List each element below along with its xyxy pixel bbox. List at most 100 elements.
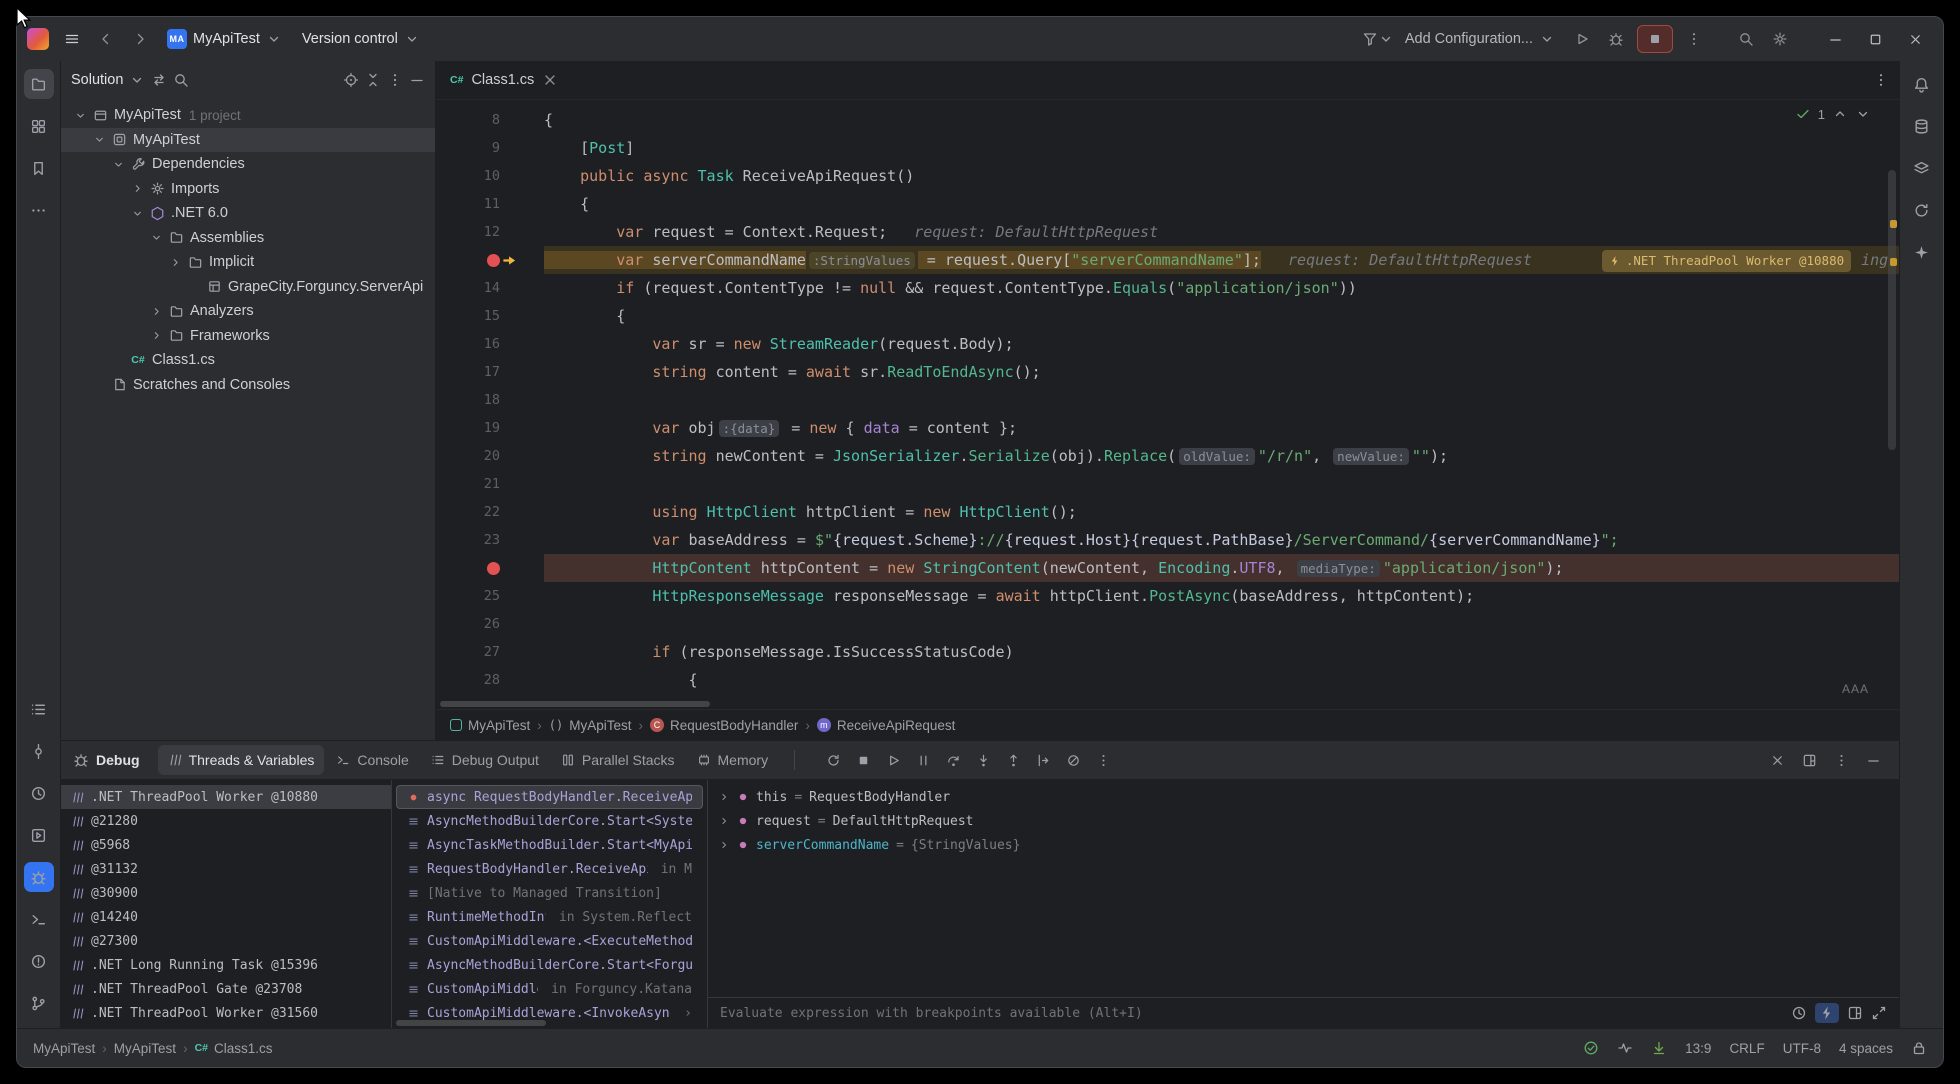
stop-button[interactable] bbox=[849, 746, 877, 774]
tree-item-implicit[interactable]: Implicit bbox=[61, 250, 435, 275]
variable-row[interactable]: serverCommandName = {StringValues} bbox=[708, 833, 1899, 857]
rerun-button[interactable] bbox=[819, 746, 847, 774]
tool-project-button[interactable] bbox=[23, 69, 54, 99]
frame-row[interactable]: CustomApiMiddleware.a() in Forguncy.Kata… bbox=[396, 977, 703, 1001]
collapse-all-icon[interactable] bbox=[365, 72, 381, 88]
breadcrumb-item-receiveapirequest[interactable]: m ReceiveApiRequest bbox=[816, 718, 955, 733]
gutter[interactable]: 12 bbox=[436, 218, 544, 246]
more-icon[interactable] bbox=[387, 72, 403, 88]
more-button[interactable] bbox=[1089, 746, 1117, 774]
code-line-19[interactable]: 19 var obj:{data} = new { data = content… bbox=[436, 414, 1899, 442]
select-opened-file-icon[interactable] bbox=[343, 72, 359, 88]
debug-close-button[interactable] bbox=[1763, 746, 1791, 774]
file-encoding[interactable]: UTF-8 bbox=[1783, 1041, 1821, 1056]
tool-bookmarks-button[interactable] bbox=[24, 153, 54, 183]
gutter[interactable]: 26 bbox=[436, 610, 544, 638]
indent-style[interactable]: 4 spaces bbox=[1839, 1041, 1893, 1056]
gutter[interactable]: 9 bbox=[436, 134, 544, 162]
step-out-button[interactable] bbox=[999, 746, 1027, 774]
code-line-28[interactable]: 28 { bbox=[436, 666, 1899, 694]
code-line-13[interactable]: var serverCommandName:StringValues = req… bbox=[436, 246, 1899, 274]
frame-row[interactable]: RequestBodyHandler.ReceiveApiRequest() i… bbox=[396, 857, 703, 881]
tree-item-class1-cs[interactable]: C# Class1.cs bbox=[61, 348, 435, 373]
run-button[interactable] bbox=[1567, 24, 1597, 54]
tree-item-myapitest[interactable]: MyApiTest bbox=[61, 127, 435, 152]
minimize-button[interactable] bbox=[1817, 24, 1853, 54]
code-line-21[interactable]: 21 bbox=[436, 470, 1899, 498]
tree-item-frameworks[interactable]: Frameworks bbox=[61, 324, 435, 349]
status-breadcrumb[interactable]: MyApiTest › MyApiTest › C# Class1.cs bbox=[33, 1041, 273, 1056]
breadcrumb-item-requestbodyhandler[interactable]: C RequestBodyHandler bbox=[650, 718, 798, 733]
gutter[interactable]: 18 bbox=[436, 386, 544, 414]
prev-problem-icon[interactable] bbox=[1832, 106, 1848, 122]
tool-problems-button[interactable] bbox=[24, 946, 54, 976]
vcs-widget[interactable]: Version control bbox=[294, 24, 428, 54]
debug-tab-debug-output[interactable]: Debug Output bbox=[421, 745, 549, 775]
tab-class1[interactable]: C# Class1.cs bbox=[436, 61, 572, 99]
code-line-10[interactable]: 10 public async Task ReceiveApiRequest() bbox=[436, 162, 1899, 190]
tab-options-icon[interactable] bbox=[1873, 72, 1889, 88]
tree-item-assemblies[interactable]: Assemblies bbox=[61, 226, 435, 251]
status-path-item[interactable]: MyApiTest bbox=[33, 1041, 95, 1056]
gutter[interactable]: 28 bbox=[436, 666, 544, 694]
step-over-button[interactable] bbox=[939, 746, 967, 774]
readonly-lock-icon[interactable] bbox=[1911, 1040, 1927, 1056]
back-button[interactable] bbox=[91, 24, 121, 54]
breadcrumb-item-myapitest[interactable]: () MyApiTest bbox=[549, 718, 632, 733]
gutter[interactable]: 15 bbox=[436, 302, 544, 330]
thread-row[interactable]: .NET ThreadPool Gate @23708 bbox=[61, 977, 391, 1001]
debug-title[interactable]: Debug bbox=[73, 752, 140, 768]
main-menu-button[interactable] bbox=[57, 24, 87, 54]
thread-row[interactable]: .NET ThreadPool Worker @31560 bbox=[61, 1001, 391, 1025]
error-stripe-mark[interactable] bbox=[1890, 258, 1897, 266]
tree-item-imports[interactable]: Imports bbox=[61, 177, 435, 202]
thread-row[interactable]: @30900 bbox=[61, 881, 391, 905]
thread-row[interactable]: @27300 bbox=[61, 929, 391, 953]
variable-row[interactable]: request = DefaultHttpRequest bbox=[708, 809, 1899, 833]
tool-todo-button[interactable] bbox=[24, 694, 54, 724]
switch-view-icon[interactable] bbox=[151, 72, 167, 88]
thread-row[interactable]: @21280 bbox=[61, 809, 391, 833]
code-line-26[interactable]: 26 bbox=[436, 610, 1899, 638]
tree-item-grapecity-forguncy-serverapi[interactable]: GrapeCity.Forguncy.ServerApi bbox=[61, 275, 435, 300]
thread-row[interactable]: .NET Long Running Task @15396 bbox=[61, 953, 391, 977]
quick-evaluate-button[interactable] bbox=[1815, 1003, 1839, 1023]
thread-row[interactable]: @14240 bbox=[61, 905, 391, 929]
tool-ai-assistant-button[interactable] bbox=[1907, 237, 1937, 267]
tool-notifications-button[interactable] bbox=[1907, 69, 1937, 99]
history-icon[interactable] bbox=[1791, 1005, 1807, 1021]
gutter[interactable]: 25 bbox=[436, 582, 544, 610]
frames-scrollbar[interactable] bbox=[396, 1020, 546, 1026]
step-into-button[interactable] bbox=[969, 746, 997, 774]
line-separator[interactable]: CRLF bbox=[1729, 1041, 1764, 1056]
next-problem-icon[interactable] bbox=[1855, 106, 1871, 122]
debug-tab-console[interactable]: Console bbox=[326, 745, 418, 775]
gutter[interactable]: 14 bbox=[436, 274, 544, 302]
run-config-filter-button[interactable] bbox=[1363, 24, 1393, 54]
tree-item-myapitest[interactable]: MyApiTest 1 project bbox=[61, 103, 435, 128]
tree-item-scratches-and-consoles[interactable]: Scratches and Consoles bbox=[61, 373, 435, 398]
gutter[interactable]: 16 bbox=[436, 330, 544, 358]
search-icon[interactable] bbox=[173, 72, 189, 88]
search-everywhere-button[interactable] bbox=[1731, 24, 1761, 54]
forward-button[interactable] bbox=[125, 24, 155, 54]
frame-row[interactable]: AsyncTaskMethodBuilder.Start<MyApiTest.R… bbox=[396, 833, 703, 857]
debug-options-button[interactable] bbox=[1827, 746, 1855, 774]
add-configuration-button[interactable]: Add Configuration... bbox=[1397, 24, 1563, 54]
debug-run-button[interactable] bbox=[1601, 24, 1631, 54]
hide-panel-icon[interactable] bbox=[409, 72, 425, 88]
tool-commit-button[interactable] bbox=[24, 736, 54, 766]
thread-row[interactable]: @31132 bbox=[61, 857, 391, 881]
close-button[interactable] bbox=[1897, 24, 1933, 54]
no-problems-icon[interactable] bbox=[1583, 1040, 1599, 1056]
code-line-23[interactable]: 23 var baseAddress = $"{request.Scheme}:… bbox=[436, 526, 1899, 554]
breakpoint-icon[interactable] bbox=[487, 253, 500, 267]
project-widget[interactable]: MA MyApiTest bbox=[159, 24, 290, 54]
tree-item-net-6-0[interactable]: .NET 6.0 bbox=[61, 201, 435, 226]
tool-terminal-button[interactable] bbox=[24, 904, 54, 934]
resume-button[interactable] bbox=[879, 746, 907, 774]
code-line-25[interactable]: 25 HttpResponseMessage responseMessage =… bbox=[436, 582, 1899, 610]
tool-profiler-button[interactable] bbox=[24, 778, 54, 808]
scrollbar-thumb[interactable] bbox=[440, 701, 710, 707]
error-stripe-mark[interactable] bbox=[1890, 220, 1897, 228]
